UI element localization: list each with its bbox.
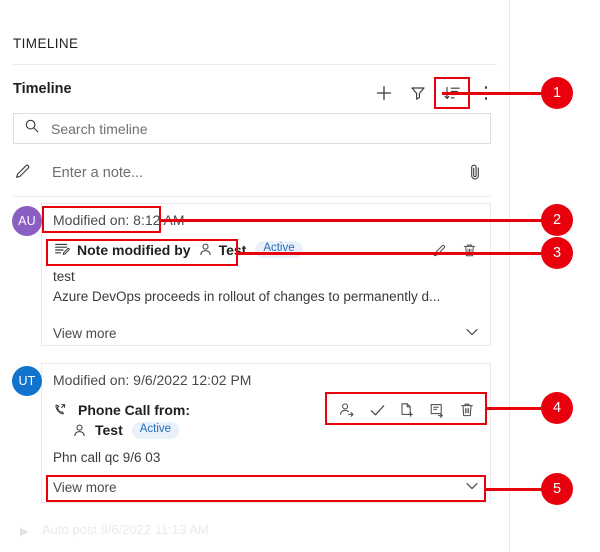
dot xyxy=(484,97,488,100)
edit-icon[interactable] xyxy=(424,237,454,263)
note-input-placeholder: Enter a note... xyxy=(52,165,144,181)
callout-leader-line xyxy=(237,252,544,255)
entry-title-row: Note modified by Test Active xyxy=(53,241,303,258)
mark-complete-icon[interactable] xyxy=(362,397,392,423)
entry-timestamp: Modified on: 9/6/2022 12:02 PM xyxy=(53,372,252,388)
entry-body-line-1: Phn call qc 9/6 03 xyxy=(53,450,161,465)
callout-badge-2: 2 xyxy=(541,204,573,236)
avatar: UT xyxy=(12,366,42,396)
phone-call-icon xyxy=(53,401,71,419)
paperclip-icon[interactable] xyxy=(465,162,485,187)
chevron-down-icon xyxy=(463,477,481,498)
callout-badge-4: 4 xyxy=(541,392,573,424)
entry-body-line-2: Azure DevOps proceeds in rollout of chan… xyxy=(53,289,441,304)
status-badge: Active xyxy=(131,422,180,439)
view-more-toggle[interactable]: View more xyxy=(53,477,481,498)
add-record-button[interactable] xyxy=(367,78,401,108)
callout-badge-5: 5 xyxy=(541,473,573,505)
open-record-icon[interactable] xyxy=(422,397,452,423)
chevron-right-icon: ▶ xyxy=(20,526,29,538)
note-composer[interactable]: Enter a note... xyxy=(13,155,491,191)
person-icon xyxy=(198,242,213,257)
callout-leader-line xyxy=(486,407,544,410)
view-more-label: View more xyxy=(53,326,117,341)
status-badge: Active xyxy=(255,241,303,258)
composer-divider xyxy=(13,196,491,197)
timeline-panel: TIMELINE Timeline Search timeline Enter … xyxy=(0,0,510,552)
chevron-down-icon xyxy=(463,323,481,344)
page-title: TIMELINE xyxy=(13,36,79,51)
timeline-header: Timeline xyxy=(13,77,497,109)
note-icon xyxy=(53,241,70,258)
entry-title-row: Phone Call from: xyxy=(53,401,190,419)
callout-leader-line xyxy=(442,92,544,95)
timeline-label: Timeline xyxy=(13,81,72,97)
view-more-toggle[interactable]: View more xyxy=(53,323,481,344)
entry-actions xyxy=(424,237,484,263)
entry-person-name[interactable]: Test xyxy=(95,422,123,438)
callout-badge-1: 1 xyxy=(541,77,573,109)
timeline-panel-screenshot: TIMELINE Timeline Search timeline Enter … xyxy=(0,0,600,552)
dot xyxy=(484,86,488,89)
entry-title-text: Phone Call from: xyxy=(78,402,191,418)
search-icon xyxy=(24,118,40,139)
search-input-placeholder: Search timeline xyxy=(51,120,148,137)
entry-person-row: Test Active xyxy=(72,422,180,439)
callout-leader-line xyxy=(160,219,544,222)
avatar: AU xyxy=(12,206,42,236)
pencil-icon xyxy=(13,161,33,186)
filter-icon[interactable] xyxy=(401,78,435,108)
assign-person-icon[interactable] xyxy=(332,397,362,423)
convert-to-icon[interactable] xyxy=(392,397,422,423)
delete-icon[interactable] xyxy=(452,397,482,423)
callout-leader-line xyxy=(485,488,544,491)
timeline-card-note[interactable]: Modified on: 8:12 AM Note modified by Te… xyxy=(41,203,491,346)
callout-badge-3: 3 xyxy=(541,237,573,269)
entry-title-text: Note modified by xyxy=(77,241,191,258)
title-divider xyxy=(13,64,497,65)
person-icon xyxy=(72,423,87,438)
entry-body-line-1: test xyxy=(53,269,75,284)
timeline-card-phonecall[interactable]: Modified on: 9/6/2022 12:02 PM Phone Cal… xyxy=(41,363,491,503)
entry-actions xyxy=(332,397,482,423)
delete-icon[interactable] xyxy=(454,237,484,263)
view-more-label: View more xyxy=(53,480,117,495)
partial-entry-text: Auto post 9/6/2022 11:13 AM xyxy=(42,522,209,537)
entry-person-name[interactable]: Test xyxy=(219,242,247,258)
search-timeline-field[interactable]: Search timeline xyxy=(13,113,491,144)
